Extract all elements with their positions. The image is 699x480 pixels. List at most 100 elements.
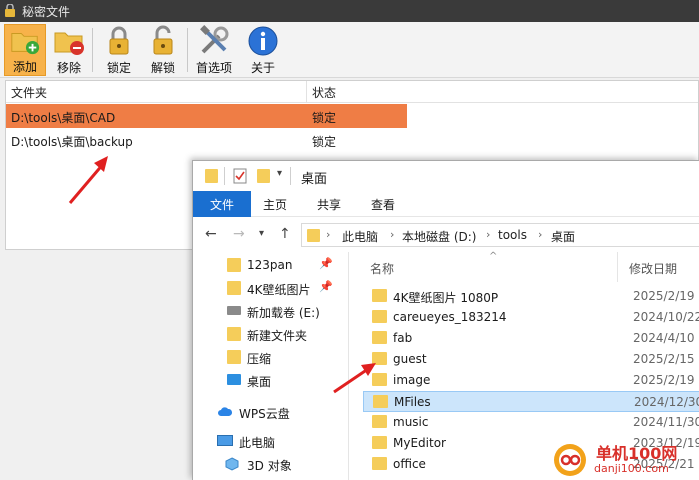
- nav-item-label: 此电脑: [239, 436, 276, 450]
- nav-item[interactable]: 桌面: [193, 369, 343, 392]
- nav-item[interactable]: 4K壁纸图片 📌: [193, 277, 343, 300]
- breadcrumb-item[interactable]: 本地磁盘 (D:): [402, 228, 476, 245]
- folder-icon: [227, 281, 241, 295]
- app-title: 秘密文件: [22, 5, 71, 19]
- tab-home[interactable]: 主页: [257, 191, 293, 217]
- folder-icon: [227, 258, 241, 272]
- column-divider[interactable]: [617, 252, 618, 282]
- file-row[interactable]: careueyes_183214 2024/10/22: [363, 307, 699, 328]
- file-row[interactable]: image 2025/2/19 1: [363, 370, 699, 391]
- folder-icon: [227, 350, 241, 364]
- nav-item[interactable]: WPS云盘: [193, 401, 343, 424]
- tools-icon: [200, 25, 229, 54]
- options-button[interactable]: 首选项: [192, 24, 236, 76]
- add-button[interactable]: 添加: [4, 24, 46, 76]
- add-label: 添加: [12, 60, 37, 74]
- folder-icon: [372, 310, 387, 323]
- chevron-right-icon[interactable]: ›: [326, 228, 330, 241]
- watermark: 单机100网 danji100.com: [548, 440, 699, 480]
- pin-icon[interactable]: 📌: [319, 257, 333, 270]
- padlock-icon: [109, 26, 129, 55]
- nav-item-label: 桌面: [247, 375, 272, 389]
- file-row[interactable]: 4K壁纸图片 1080P 2025/2/19 1: [363, 286, 699, 307]
- nav-item[interactable]: 压缩: [193, 346, 343, 369]
- nav-item-label: 压缩: [247, 352, 272, 366]
- watermark-text: 单机100网: [596, 444, 678, 463]
- forward-icon[interactable]: →: [233, 226, 245, 242]
- nav-item-label: 4K壁纸图片: [247, 283, 311, 297]
- folder-icon: [307, 229, 320, 242]
- chevron-right-icon[interactable]: ›: [390, 228, 394, 241]
- file-row[interactable]: MFiles 2024/12/30: [363, 391, 699, 412]
- column-divider[interactable]: [306, 81, 307, 103]
- folder-row[interactable]: D:\tools\桌面\backup 锁定: [6, 128, 407, 152]
- nav-item[interactable]: 新加载卷 (E:): [193, 300, 343, 323]
- column-name[interactable]: 名称: [370, 260, 394, 277]
- file-name: MyEditor: [393, 436, 446, 450]
- chevron-right-icon[interactable]: ›: [486, 228, 490, 241]
- file-date: 2024/10/22: [633, 310, 699, 324]
- about-button[interactable]: 关于: [244, 24, 282, 76]
- address-bar[interactable]: › 此电脑 › 本地磁盘 (D:) › tools › 桌面: [301, 223, 699, 247]
- file-name: 4K壁纸图片 1080P: [393, 291, 499, 305]
- recent-dropdown-icon[interactable]: ▾: [259, 228, 264, 239]
- nav-item[interactable]: 此电脑: [193, 430, 343, 453]
- lock-button[interactable]: 锁定: [100, 24, 138, 76]
- nav-item[interactable]: 3D 对象: [193, 453, 343, 476]
- unlock-button[interactable]: 解锁: [144, 24, 182, 76]
- lock-label: 锁定: [106, 61, 131, 75]
- file-name: office: [393, 457, 426, 471]
- address-bar-row: ← → ▾ ↑ › 此电脑 › 本地磁盘 (D:) › tools › 桌面: [193, 218, 699, 252]
- folder-status: 锁定: [312, 135, 337, 149]
- app-titlebar: 秘密文件: [0, 0, 699, 22]
- 3d-objects-icon: [225, 457, 239, 471]
- tab-file[interactable]: 文件: [193, 191, 251, 217]
- tab-view[interactable]: 查看: [365, 191, 401, 217]
- new-folder-icon[interactable]: [257, 169, 270, 183]
- file-name: guest: [393, 352, 427, 366]
- column-status[interactable]: 状态: [312, 84, 336, 101]
- file-name: MFiles: [394, 395, 431, 409]
- watermark-logo-icon: [554, 444, 586, 476]
- file-date: 2024/12/30: [634, 395, 699, 409]
- folder-icon: [372, 415, 387, 428]
- file-date: 2025/2/19 1: [633, 289, 699, 303]
- file-row[interactable]: fab 2024/4/10 1: [363, 328, 699, 349]
- pane-splitter[interactable]: [348, 252, 349, 480]
- nav-item[interactable]: 123pan 📌: [193, 254, 343, 277]
- breadcrumb-item[interactable]: 桌面: [551, 228, 575, 245]
- column-folder[interactable]: 文件夹: [11, 84, 47, 101]
- file-name: music: [393, 415, 429, 429]
- explorer-window: ▾ 桌面 文件 主页 共享 查看 ← → ▾ ↑ › 此电脑 › 本地磁盘 (D…: [192, 160, 699, 480]
- about-label: 关于: [250, 61, 275, 75]
- breadcrumb-item[interactable]: 此电脑: [342, 228, 378, 245]
- remove-button[interactable]: 移除: [50, 24, 88, 76]
- desktop-icon: [227, 374, 241, 385]
- folder-row[interactable]: D:\tools\桌面\CAD 锁定: [6, 104, 407, 128]
- folder-icon: [372, 331, 387, 344]
- column-date-modified[interactable]: 修改日期: [629, 260, 677, 277]
- qat-dropdown-icon[interactable]: ▾: [277, 168, 282, 179]
- chevron-right-icon[interactable]: ›: [538, 228, 542, 241]
- file-name: image: [393, 373, 431, 387]
- breadcrumb-item[interactable]: tools: [498, 228, 527, 242]
- file-date: 2025/2/15 1: [633, 352, 699, 366]
- toolbar: 添加 移除 锁定 解锁 首选项 关于: [0, 22, 699, 78]
- cloud-icon: [218, 407, 233, 416]
- pin-icon[interactable]: 📌: [319, 280, 333, 293]
- watermark-subtext: danji100.com: [594, 462, 669, 475]
- unlock-label: 解锁: [150, 61, 175, 75]
- up-icon[interactable]: ↑: [279, 226, 291, 242]
- nav-item[interactable]: 新建文件夹: [193, 323, 343, 346]
- file-row[interactable]: music 2024/11/30: [363, 412, 699, 433]
- add-folder-icon: [11, 33, 40, 55]
- nav-item-label: 123pan: [247, 258, 293, 272]
- back-icon[interactable]: ←: [205, 226, 217, 242]
- file-row[interactable]: guest 2025/2/15 1: [363, 349, 699, 370]
- sort-ascending-icon: ^: [489, 251, 498, 262]
- lock-icon: [5, 4, 15, 17]
- tab-share[interactable]: 共享: [311, 191, 347, 217]
- properties-icon[interactable]: [233, 168, 247, 184]
- file-list-header: ^ 名称 修改日期: [353, 251, 699, 282]
- folder-path: D:\tools\桌面\backup: [11, 135, 133, 149]
